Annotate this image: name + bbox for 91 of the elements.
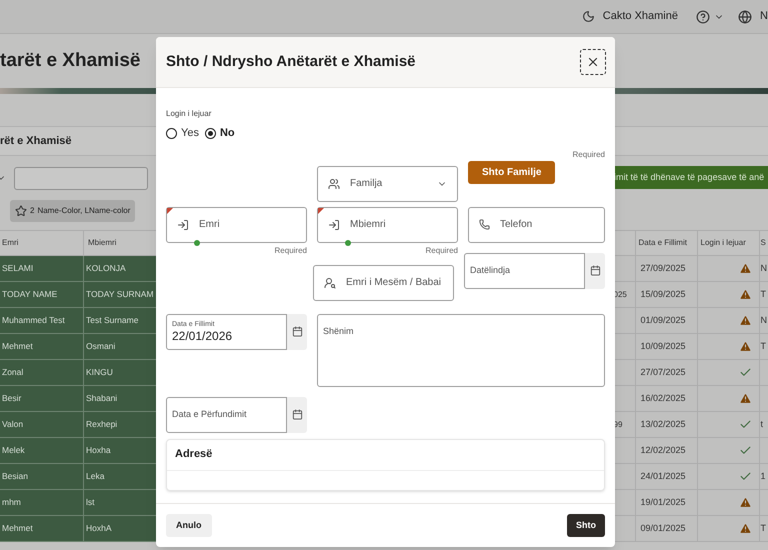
table-cell: mhm bbox=[0, 490, 84, 515]
filter-chip[interactable]: 2 Name-Color, LName-color bbox=[10, 200, 136, 222]
calendar-button[interactable] bbox=[287, 396, 307, 432]
table-cell-text: 09/01/2025 bbox=[640, 522, 686, 535]
table-cell: Valon bbox=[0, 412, 84, 437]
table-cell: Muhammed Test bbox=[0, 308, 84, 333]
table-cell-text: T bbox=[760, 522, 766, 535]
dialog-title: Shto / Ndrysho Anëtarët e Xhamisë bbox=[166, 52, 416, 72]
table-cell-text: TODAY SURNAM bbox=[85, 288, 155, 302]
table-cell: TODAY NAME bbox=[0, 282, 84, 307]
column-header[interactable]: S bbox=[760, 231, 768, 255]
table-cell-text: HoxhA bbox=[85, 522, 113, 536]
end-date-field[interactable]: Data e Përfundimit bbox=[166, 396, 287, 432]
table-cell: Melek bbox=[0, 438, 84, 463]
emri-field[interactable]: Emri bbox=[166, 206, 307, 242]
table-cell-text: Test Surname bbox=[85, 314, 140, 328]
table-cell-text: 1 bbox=[760, 470, 766, 483]
phone-icon bbox=[479, 219, 490, 230]
table-cell-text: Shabani bbox=[85, 392, 118, 406]
region-title: rët e Xhamisë bbox=[0, 134, 72, 149]
radio-option[interactable]: Yes bbox=[166, 125, 199, 142]
mbiemri-field[interactable]: Mbiemri bbox=[317, 206, 458, 242]
globe-icon[interactable] bbox=[738, 10, 752, 24]
people-icon bbox=[328, 178, 340, 190]
table-cell-text: T bbox=[760, 340, 766, 353]
submit-button[interactable]: Shto bbox=[567, 514, 605, 537]
column-header[interactable]: Login i lejuar bbox=[698, 231, 760, 255]
table-cell-text: 16/02/2025 bbox=[640, 392, 686, 405]
field-label: Login i lejuar bbox=[166, 108, 212, 120]
table-cell-text: Leka bbox=[85, 470, 106, 484]
help-icon[interactable] bbox=[696, 10, 710, 24]
mosque-selector-link[interactable]: Cakto Xhaminë bbox=[602, 8, 678, 25]
close-icon bbox=[586, 55, 600, 69]
page-title: tarët e Xhamisë bbox=[0, 48, 140, 73]
table-cell-text: lst bbox=[85, 496, 96, 510]
star-icon bbox=[15, 205, 27, 217]
calendar-button[interactable] bbox=[287, 314, 307, 350]
table-cell-text: Osmani bbox=[85, 340, 116, 354]
language-label[interactable]: N bbox=[760, 8, 768, 25]
calendar-icon bbox=[590, 265, 600, 276]
table-cell-text: 10/09/2025 bbox=[640, 340, 686, 353]
search-field[interactable] bbox=[14, 166, 148, 190]
login-icon bbox=[177, 218, 189, 230]
table-cell-text: Rexhepi bbox=[85, 418, 118, 432]
table-cell: Mehmet bbox=[0, 334, 84, 359]
address-title: Adresë bbox=[175, 447, 212, 462]
table-cell-text: 27/09/2025 bbox=[640, 262, 686, 275]
table-cell-text: 19/01/2025 bbox=[640, 496, 686, 509]
moon-icon bbox=[582, 10, 595, 23]
telefon-field[interactable]: Telefon bbox=[468, 206, 605, 242]
table-cell-text: t bbox=[760, 418, 764, 431]
table-cell: Besian bbox=[0, 464, 84, 489]
required-text: Required bbox=[572, 148, 605, 160]
column-header[interactable]: Data e Fillimit bbox=[636, 231, 698, 255]
required-text: Required bbox=[274, 244, 307, 256]
shenim-textarea[interactable]: Shënim bbox=[317, 314, 605, 386]
table-cell-text: T bbox=[760, 288, 766, 301]
table-cell-text: 01/09/2025 bbox=[640, 314, 686, 327]
table-cell-text: N bbox=[760, 314, 767, 327]
table-cell-text: N bbox=[760, 262, 767, 275]
required-text: Required bbox=[424, 244, 458, 256]
required-corner-icon bbox=[167, 208, 173, 214]
table-cell-text: 27/07/2025 bbox=[640, 366, 686, 379]
radio-option[interactable]: No bbox=[204, 125, 235, 142]
table-cell: Zonal bbox=[0, 360, 84, 385]
login-icon bbox=[328, 218, 340, 230]
add-family-button[interactable]: Shto Familje bbox=[468, 160, 556, 184]
table-cell-text: 12/02/2025 bbox=[640, 444, 686, 457]
table-cell-text: Hoxha bbox=[85, 444, 112, 458]
table-cell-text: 15/09/2025 bbox=[640, 288, 686, 301]
person-icon bbox=[324, 276, 336, 288]
table-cell-text: 13/02/2025 bbox=[640, 418, 686, 431]
familja-select[interactable]: Familja bbox=[317, 166, 458, 202]
calendar-icon bbox=[292, 409, 302, 420]
chip-text: Name-Color, LName-color bbox=[37, 205, 130, 217]
table-cell: SELAMI bbox=[0, 256, 84, 281]
chip-count: 2 bbox=[30, 205, 34, 217]
datelindja-field[interactable]: Datëlindja bbox=[464, 252, 585, 288]
column-header[interactable]: Mbiemri bbox=[84, 231, 156, 255]
table-cell: Mehmet bbox=[0, 516, 84, 541]
table-cell-text: KINGU bbox=[85, 366, 114, 380]
required-corner-icon bbox=[318, 208, 324, 214]
calendar-button[interactable] bbox=[585, 252, 605, 288]
table-cell: Besir bbox=[0, 386, 84, 411]
column-header[interactable]: Emri bbox=[0, 231, 84, 255]
calendar-icon bbox=[292, 326, 302, 337]
middle-name-field[interactable]: Emri i Mesëm / Babai bbox=[313, 264, 454, 300]
close-button[interactable] bbox=[580, 49, 606, 75]
cancel-button[interactable]: Anulo bbox=[166, 514, 212, 537]
table-cell-text: 24/01/2025 bbox=[640, 470, 686, 483]
table-cell-text: KOLONJA bbox=[85, 262, 127, 276]
